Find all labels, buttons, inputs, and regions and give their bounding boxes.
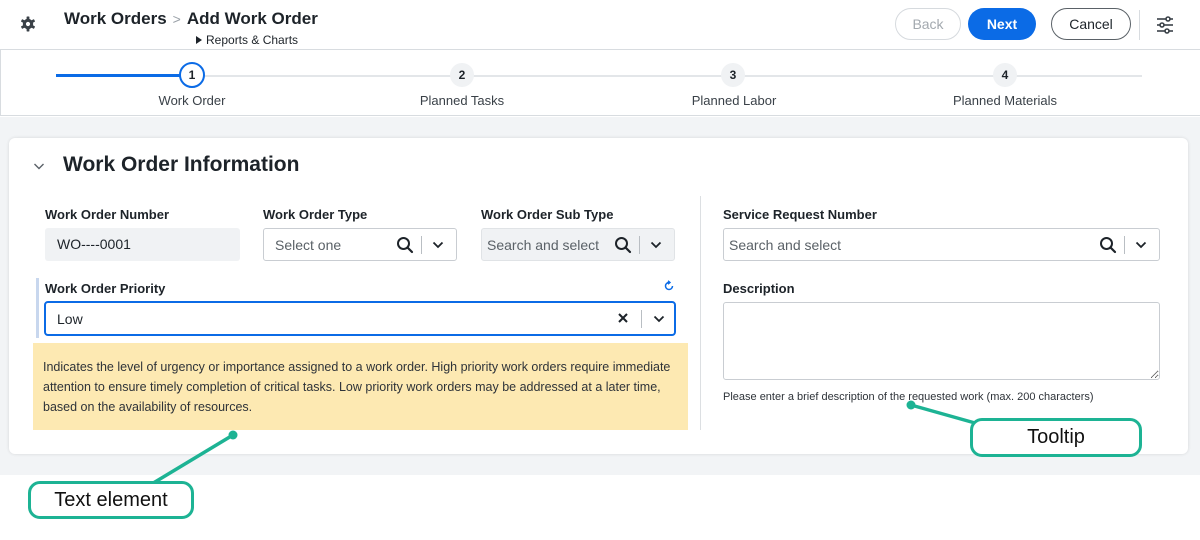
description-label: Description [723,281,795,296]
breadcrumb: Work Orders > Add Work Order [64,9,318,29]
search-icon[interactable] [396,236,414,254]
wo-subtype-placeholder: Search and select [487,237,600,253]
wo-type-select[interactable]: Select one [263,228,457,261]
focus-marker [36,278,39,338]
column-divider [700,196,701,430]
reset-icon[interactable] [663,280,675,292]
priority-value: Low [57,311,83,327]
chevron-down-icon[interactable] [653,314,665,324]
step-4-indicator[interactable]: 4 [993,63,1017,87]
chevron-down-icon[interactable] [650,240,662,250]
back-button[interactable]: Back [895,8,961,40]
description-tooltip: Please enter a brief description of the … [723,391,1094,403]
header-divider [1139,10,1140,40]
stepper-progress [56,74,182,77]
step-2-indicator[interactable]: 2 [450,63,474,87]
step-3-label[interactable]: Planned Labor [692,93,777,108]
text-element-callout: Text element [28,481,194,519]
breadcrumb-separator: > [172,11,181,27]
next-button[interactable]: Next [968,8,1036,40]
wo-subtype-select[interactable]: Search and select [481,228,675,261]
wo-type-placeholder: Select one [275,237,342,253]
chevron-down-icon[interactable] [1135,240,1147,250]
section-title: Work Order Information [63,153,300,176]
stepper-track [56,75,1142,77]
gear-icon[interactable] [18,14,38,34]
description-field[interactable] [723,302,1160,380]
sr-number-select[interactable]: Search and select [723,228,1160,261]
select-divider [421,236,422,254]
priority-label: Work Order Priority [45,281,166,296]
sr-number-label: Service Request Number [723,207,877,222]
search-icon[interactable] [1099,236,1117,254]
step-1-indicator[interactable]: 1 [179,62,205,88]
step-1-label[interactable]: Work Order [159,93,226,108]
wo-subtype-label: Work Order Sub Type [481,207,614,222]
chevron-down-icon[interactable] [432,240,444,250]
breadcrumb-module[interactable]: Work Orders [64,9,167,28]
chevron-down-icon[interactable] [33,160,45,172]
clear-icon[interactable] [616,311,630,325]
page-title: Add Work Order [186,9,318,28]
select-divider [1124,236,1125,254]
step-2-label[interactable]: Planned Tasks [420,93,504,108]
wo-number-label: Work Order Number [45,207,170,222]
select-divider [641,310,642,328]
cancel-button[interactable]: Cancel [1051,8,1131,40]
wo-number-field: WO----0001 [45,228,240,261]
caret-right-icon [196,36,202,44]
search-icon[interactable] [614,236,632,254]
wo-type-label: Work Order Type [263,207,368,222]
app-header: Work Orders > Add Work Order Reports & Cha… [0,0,1200,50]
priority-help-text: Indicates the level of urgency or import… [33,343,688,430]
sliders-icon[interactable] [1155,15,1175,35]
reports-charts-label: Reports & Charts [206,33,299,47]
sr-number-placeholder: Search and select [729,237,842,253]
select-divider [639,236,640,254]
reports-charts-link[interactable]: Reports & Charts [196,33,298,47]
priority-select[interactable]: Low [44,301,676,336]
step-4-label[interactable]: Planned Materials [953,93,1057,108]
tooltip-callout: Tooltip [970,418,1142,457]
step-3-indicator[interactable]: 3 [721,63,745,87]
